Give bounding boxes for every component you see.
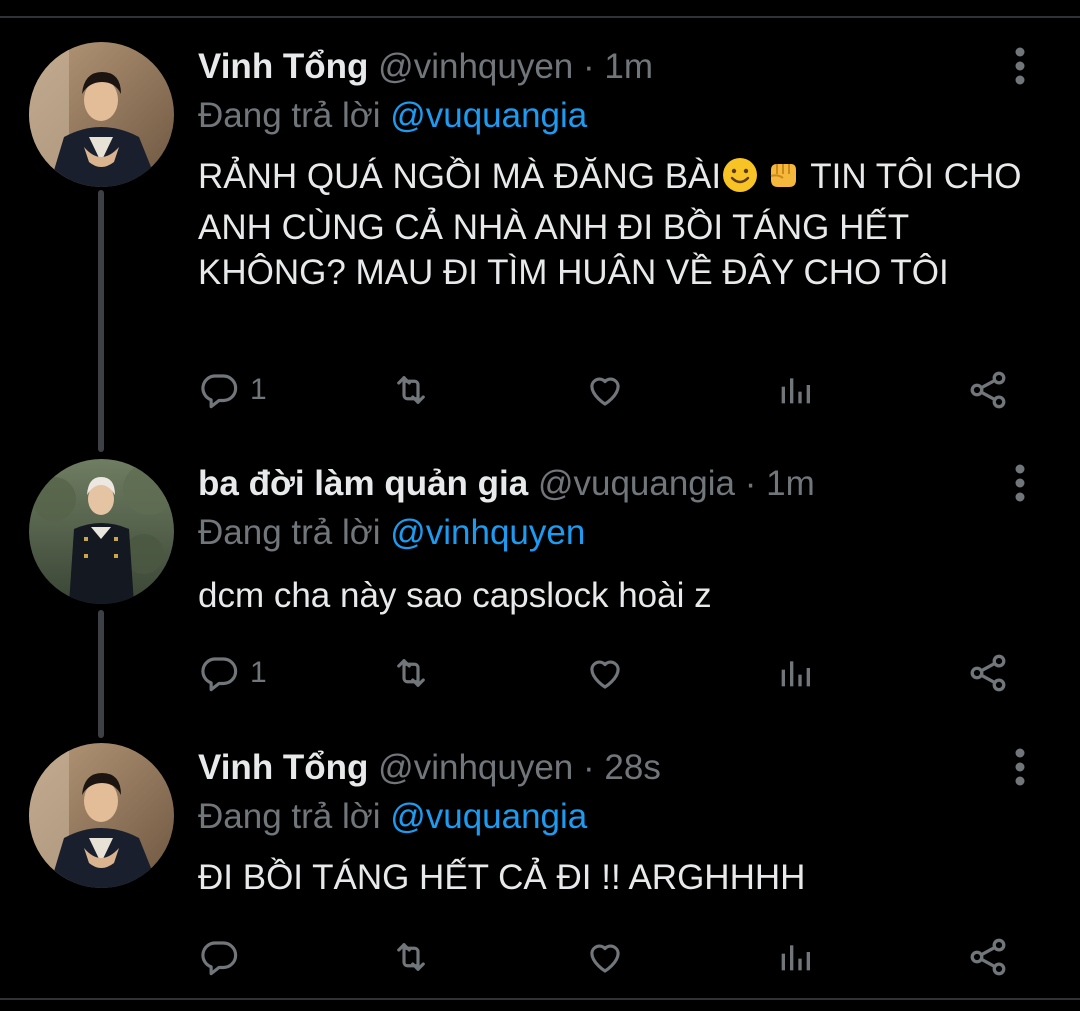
reply-count: 1 [250,656,267,689]
retweet-button[interactable] [388,648,434,698]
more-vertical-icon[interactable] [1005,459,1035,509]
share-button[interactable] [966,648,1010,698]
user-handle[interactable]: @vuquangia [538,464,735,503]
like-button[interactable] [583,365,627,415]
tweet-text: dcm cha này sao capslock hoài z [198,576,712,615]
heart-icon [590,377,620,406]
reply-button[interactable]: 1 [198,365,267,415]
reply-button[interactable]: 1 [198,648,267,698]
analytics-button[interactable] [775,932,815,982]
tweet-text-part: RẢNH QUÁ NGỒI MÀ ĐĂNG BÀI [198,157,722,196]
oncoming-fist-icon [763,156,801,205]
avatar[interactable] [29,743,174,888]
thread-connector [98,190,104,452]
display-name[interactable]: ba đời làm quản gia [198,464,528,503]
retweet-button[interactable] [388,932,434,982]
share-icon [970,654,1006,692]
tweet-actions: 1 [198,365,1038,415]
display-name[interactable]: Vinh Tổng [198,748,368,787]
like-button[interactable] [583,648,627,698]
separator-dot: · [583,748,595,787]
mention-link[interactable]: @vinhquyen [390,513,585,552]
user-handle[interactable]: @vinhquyen [378,748,573,787]
reply-icon [201,374,238,409]
share-icon [970,371,1006,409]
retweet-button[interactable] [388,365,434,415]
reply-count: 1 [250,373,267,406]
retweet-icon [397,659,425,687]
separator-dot: · [744,464,757,503]
thread-connector [98,610,104,738]
reply-button[interactable] [198,932,250,982]
replying-to-label: Đang trả lời [198,96,381,135]
replying-to: Đang trả lời @vinhquyen [198,509,585,557]
slightly-smiling-face-icon [721,156,759,205]
analytics-button[interactable] [775,365,815,415]
replying-to: Đang trả lời @vuquangia [198,92,587,140]
like-button[interactable] [583,932,627,982]
replying-to-label: Đang trả lời [198,797,381,836]
replying-to: Đang trả lời @vuquangia [198,793,587,841]
analytics-icon [781,661,810,687]
retweet-icon [397,376,425,404]
bottom-divider [0,998,1080,1000]
tweet-text: RẢNH QUÁ NGỒI MÀ ĐĂNG BÀI TIN TÔI CHO AN… [198,154,1038,295]
mention-link[interactable]: @vuquangia [390,797,587,836]
heart-icon [590,944,620,973]
analytics-button[interactable] [775,648,815,698]
display-name[interactable]: Vinh Tổng [198,47,368,86]
more-vertical-icon[interactable] [1005,743,1035,793]
thread-screen: Vinh Tổng @vinhquyen · 1m Đang trả lời @… [0,0,1080,1011]
user-handle[interactable]: @vinhquyen [378,47,573,86]
timestamp[interactable]: 1m [604,47,653,86]
more-vertical-icon[interactable] [1005,42,1035,92]
tweet-header: ba đời làm quản gia @vuquangia · 1m [198,459,815,509]
tweet-header: Vinh Tổng @vinhquyen · 28s [198,743,661,793]
tweet-header: Vinh Tổng @vinhquyen · 1m [198,42,653,92]
separator-dot: · [583,47,595,86]
reply-icon [201,941,238,976]
timestamp[interactable]: 1m [766,464,815,503]
analytics-icon [781,378,810,404]
share-icon [970,938,1006,976]
reply-icon [201,657,238,692]
tweet-actions [198,932,1038,982]
mention-link[interactable]: @vuquangia [390,96,587,135]
tweet-actions: 1 [198,648,1038,698]
share-button[interactable] [966,932,1010,982]
tweet-text: ĐI BỒI TÁNG HẾT CẢ ĐI !! ARGHHHH [198,858,806,897]
analytics-icon [781,945,810,971]
timestamp[interactable]: 28s [604,748,660,787]
share-button[interactable] [966,365,1010,415]
retweet-icon [397,943,425,971]
replying-to-label: Đang trả lời [198,513,381,552]
avatar[interactable] [29,42,174,187]
top-divider [0,0,1080,18]
avatar[interactable] [29,459,174,604]
heart-icon [590,660,620,689]
